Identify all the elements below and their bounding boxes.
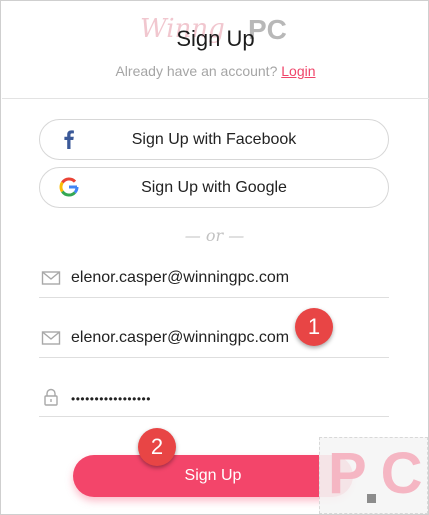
step-badge-1: 1 [295, 308, 333, 346]
password-input[interactable] [71, 387, 381, 411]
email-field [39, 258, 389, 298]
or-divider: — or — [184, 226, 245, 245]
page-title: Sign Up [176, 26, 255, 51]
facebook-signup-label: Sign Up with Facebook [131, 130, 297, 148]
sign-up-button[interactable]: Sign Up [73, 455, 353, 497]
envelope-icon [41, 271, 61, 285]
corner-watermark-logo: PC [319, 437, 428, 514]
already-account-text: Already have an account? [115, 63, 278, 79]
lock-icon [44, 388, 58, 406]
corner-logo-dot [367, 494, 376, 503]
corner-logo-text: PC [328, 441, 429, 506]
login-link[interactable]: Login [281, 63, 315, 79]
confirm-email-input[interactable] [71, 326, 381, 350]
google-signup-button[interactable]: Sign Up with Google [39, 167, 389, 208]
google-signup-label: Sign Up with Google [141, 178, 287, 196]
signup-header: Winng PC Sign Up Already have an account… [2, 2, 429, 99]
confirm-email-field [39, 318, 389, 358]
step-badge-2: 2 [138, 428, 176, 466]
google-icon [59, 177, 79, 197]
facebook-signup-button[interactable]: Sign Up with Facebook [39, 119, 389, 160]
envelope-icon [41, 331, 61, 345]
login-prompt: Already have an account? Login [2, 63, 429, 79]
facebook-icon [64, 130, 74, 149]
signup-panel: Winng PC Sign Up Already have an account… [0, 0, 429, 515]
password-field [39, 377, 389, 417]
email-input[interactable] [71, 266, 381, 290]
